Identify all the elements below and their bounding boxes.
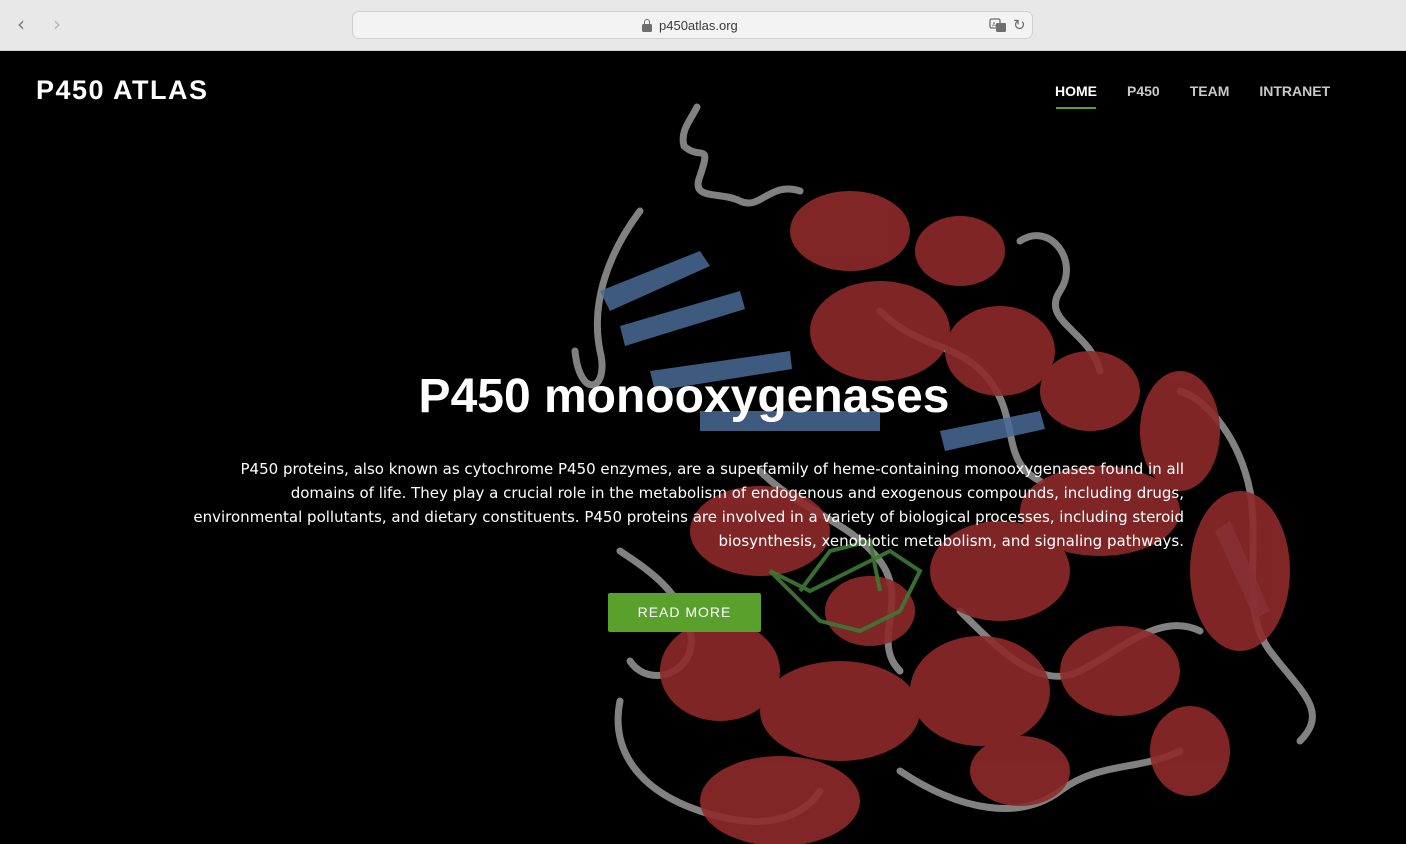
nav-item-intranet[interactable]: INTRANET bbox=[1244, 83, 1345, 99]
read-more-button[interactable]: READ MORE bbox=[608, 593, 761, 632]
nav-item-team[interactable]: TEAM bbox=[1175, 83, 1245, 99]
hero-section: P450 ATLAS HOME P450 TEAM INTRANET P450 … bbox=[0, 51, 1406, 844]
main-nav: HOME P450 TEAM INTRANET bbox=[1040, 83, 1345, 109]
nav-item-home[interactable]: HOME bbox=[1040, 83, 1112, 109]
hero-description: P450 proteins, also known as cytochrome … bbox=[193, 460, 1184, 550]
protein-structure-image bbox=[571, 103, 1316, 844]
lock-icon bbox=[642, 19, 652, 32]
hero-title: P450 monooxygenases bbox=[418, 370, 950, 423]
reload-icon[interactable]: ↻ bbox=[1013, 16, 1026, 34]
nav-item-p450[interactable]: P450 bbox=[1112, 83, 1175, 99]
back-chevron-icon[interactable]: ‹ bbox=[10, 13, 32, 35]
browser-toolbar: ‹ › p450atlas.org A ↻ bbox=[0, 0, 1406, 51]
site-logo[interactable]: P450 ATLAS bbox=[36, 75, 209, 106]
address-bar[interactable]: p450atlas.org A ↻ bbox=[352, 11, 1033, 39]
forward-chevron-icon[interactable]: › bbox=[46, 13, 68, 35]
translate-icon[interactable]: A bbox=[989, 17, 1007, 33]
url-text[interactable]: p450atlas.org bbox=[659, 18, 738, 33]
